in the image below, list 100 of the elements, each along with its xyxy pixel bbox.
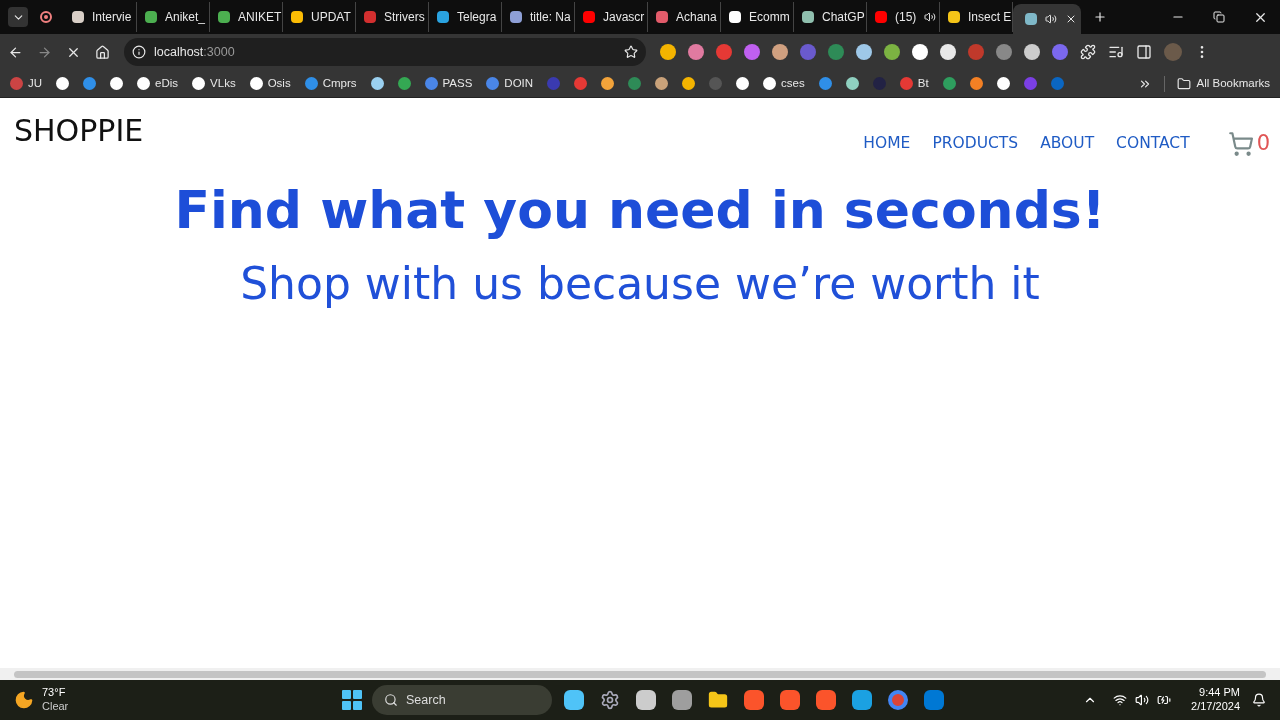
browser-tab[interactable]: title: Na: [502, 2, 575, 32]
extension-icon[interactable]: [940, 44, 956, 60]
app-icon[interactable]: [744, 690, 764, 710]
start-icon[interactable]: [342, 690, 362, 710]
bookmark-icon[interactable]: [682, 77, 696, 90]
bookmark-icon[interactable]: [249, 77, 263, 90]
bookmark-star-icon[interactable]: [624, 45, 638, 59]
bookmark-link[interactable]: Bt: [917, 74, 929, 93]
tab-title: Ecomm: [749, 9, 790, 26]
weather-condition[interactable]: Clear: [42, 700, 342, 714]
horizontal-scrollbar[interactable]: [0, 668, 1280, 680]
browser-tab[interactable]: Ecomm: [721, 2, 794, 32]
app-icon[interactable]: [816, 690, 836, 710]
browser-tab[interactable]: Intervie: [64, 2, 137, 32]
bookmark-icon[interactable]: [370, 77, 384, 90]
restore-icon[interactable]: [1213, 11, 1225, 23]
forward-icon[interactable]: [37, 44, 52, 60]
url-host: localhost: [154, 43, 204, 61]
tab-title: (15): [895, 9, 917, 26]
taskbar-search-field[interactable]: Search: [372, 685, 552, 715]
speaker-icon[interactable]: [1045, 13, 1057, 25]
settings-icon[interactable]: [600, 690, 620, 710]
record-icon[interactable]: [40, 11, 52, 23]
tab-title: Strivers: [384, 9, 425, 26]
bookmark-icon[interactable]: [845, 77, 859, 90]
browser-tab[interactable]: [1013, 4, 1081, 34]
browser-tab[interactable]: Achana: [648, 2, 721, 32]
browser-tab[interactable]: Aniket_: [137, 2, 210, 32]
nav-link[interactable]: HOME: [863, 132, 911, 156]
cart-count: 0: [1256, 130, 1270, 157]
browser-tab[interactable]: Telegra: [429, 2, 502, 32]
bookmark-icon[interactable]: [655, 77, 669, 90]
browser-tab[interactable]: Strivers: [356, 2, 429, 32]
bookmark-link[interactable]: eDis: [155, 74, 179, 93]
notification-icon[interactable]: [1252, 693, 1266, 707]
bookmark-icon[interactable]: [763, 77, 777, 90]
tab-title: Javascr: [603, 9, 645, 26]
nav-link[interactable]: ABOUT: [1040, 132, 1095, 156]
side-panel-icon[interactable]: [1136, 44, 1152, 60]
bookmark-icon[interactable]: [736, 77, 750, 90]
app-icon[interactable]: [852, 690, 872, 710]
browser-tab[interactable]: Javascr: [575, 2, 648, 32]
bookmark-link[interactable]: VLks: [210, 74, 236, 93]
bookmark-icon[interactable]: [601, 77, 615, 90]
bookmark-link[interactable]: Osis: [267, 74, 291, 93]
tab-search-button[interactable]: [8, 7, 28, 27]
browser-tab[interactable]: ChatGP: [794, 2, 867, 32]
folder-icon[interactable]: [708, 690, 728, 710]
subheadline: Shop with us because we’re worth it: [239, 256, 1041, 311]
browser-tab[interactable]: (15): [867, 2, 940, 32]
bookmark-link[interactable]: DOIN: [504, 74, 534, 93]
tab-title: ChatGP: [822, 9, 865, 26]
bookmark-icon[interactable]: [110, 77, 124, 90]
clock-date[interactable]: 2/17/2024: [1191, 700, 1240, 714]
bookmark-link[interactable]: JU: [28, 74, 43, 93]
battery-icon[interactable]: [1157, 693, 1172, 707]
wifi-icon[interactable]: [1113, 693, 1128, 707]
close-icon[interactable]: [1065, 13, 1077, 25]
extension-icon[interactable]: [1024, 44, 1040, 60]
new-tab-icon[interactable]: [1093, 10, 1107, 24]
extension-icon[interactable]: [856, 44, 872, 60]
clock-time[interactable]: 9:44 PM: [1199, 686, 1240, 700]
speaker-icon[interactable]: [924, 11, 937, 23]
site-logo[interactable]: SHOPPIE: [14, 116, 144, 146]
address-bar[interactable]: localhost:3000: [124, 38, 646, 66]
extension-icon[interactable]: [772, 44, 788, 60]
bookmark-link[interactable]: PASS: [442, 74, 473, 93]
browser-tab[interactable]: ANIKET: [210, 2, 283, 32]
app-icon[interactable]: [780, 690, 800, 710]
volume-icon[interactable]: [1135, 693, 1150, 707]
tab-title: Achana: [676, 9, 717, 26]
nav-link[interactable]: CONTACT: [1116, 132, 1190, 156]
app-icon[interactable]: [636, 690, 656, 710]
app-icon[interactable]: [564, 690, 584, 710]
bookmark-icon[interactable]: [56, 77, 70, 90]
headline: Find what you need in seconds!: [173, 178, 1107, 242]
bookmark-icon[interactable]: [996, 77, 1010, 90]
bookmark-link[interactable]: cses: [781, 74, 805, 93]
nav-link[interactable]: PRODUCTS: [932, 132, 1019, 156]
moon-icon: [14, 690, 34, 710]
bookmark-icon[interactable]: [192, 77, 206, 90]
back-icon[interactable]: [8, 44, 23, 60]
home-icon[interactable]: [95, 44, 110, 60]
url-port: :3000: [203, 43, 235, 61]
extensions-icon[interactable]: [1080, 44, 1096, 60]
app-icon[interactable]: [888, 690, 908, 710]
tab-title: UPDAT: [311, 9, 351, 26]
browser-tab[interactable]: UPDAT: [283, 2, 356, 32]
bookmark-icon[interactable]: [137, 77, 151, 90]
extension-icon[interactable]: [912, 44, 928, 60]
extension-icon[interactable]: [660, 44, 676, 60]
bookmark-link[interactable]: Cmprs: [322, 74, 357, 93]
cart-icon[interactable]: [1227, 130, 1254, 157]
temperature[interactable]: 73°F: [42, 686, 342, 700]
all-bookmarks-link[interactable]: All Bookmarks: [1196, 74, 1270, 93]
search-icon: [384, 693, 398, 707]
app-icon[interactable]: [672, 690, 692, 710]
media-icon[interactable]: [1108, 44, 1124, 60]
tab-title: ANIKET: [238, 9, 282, 26]
extension-icon[interactable]: [884, 44, 900, 60]
